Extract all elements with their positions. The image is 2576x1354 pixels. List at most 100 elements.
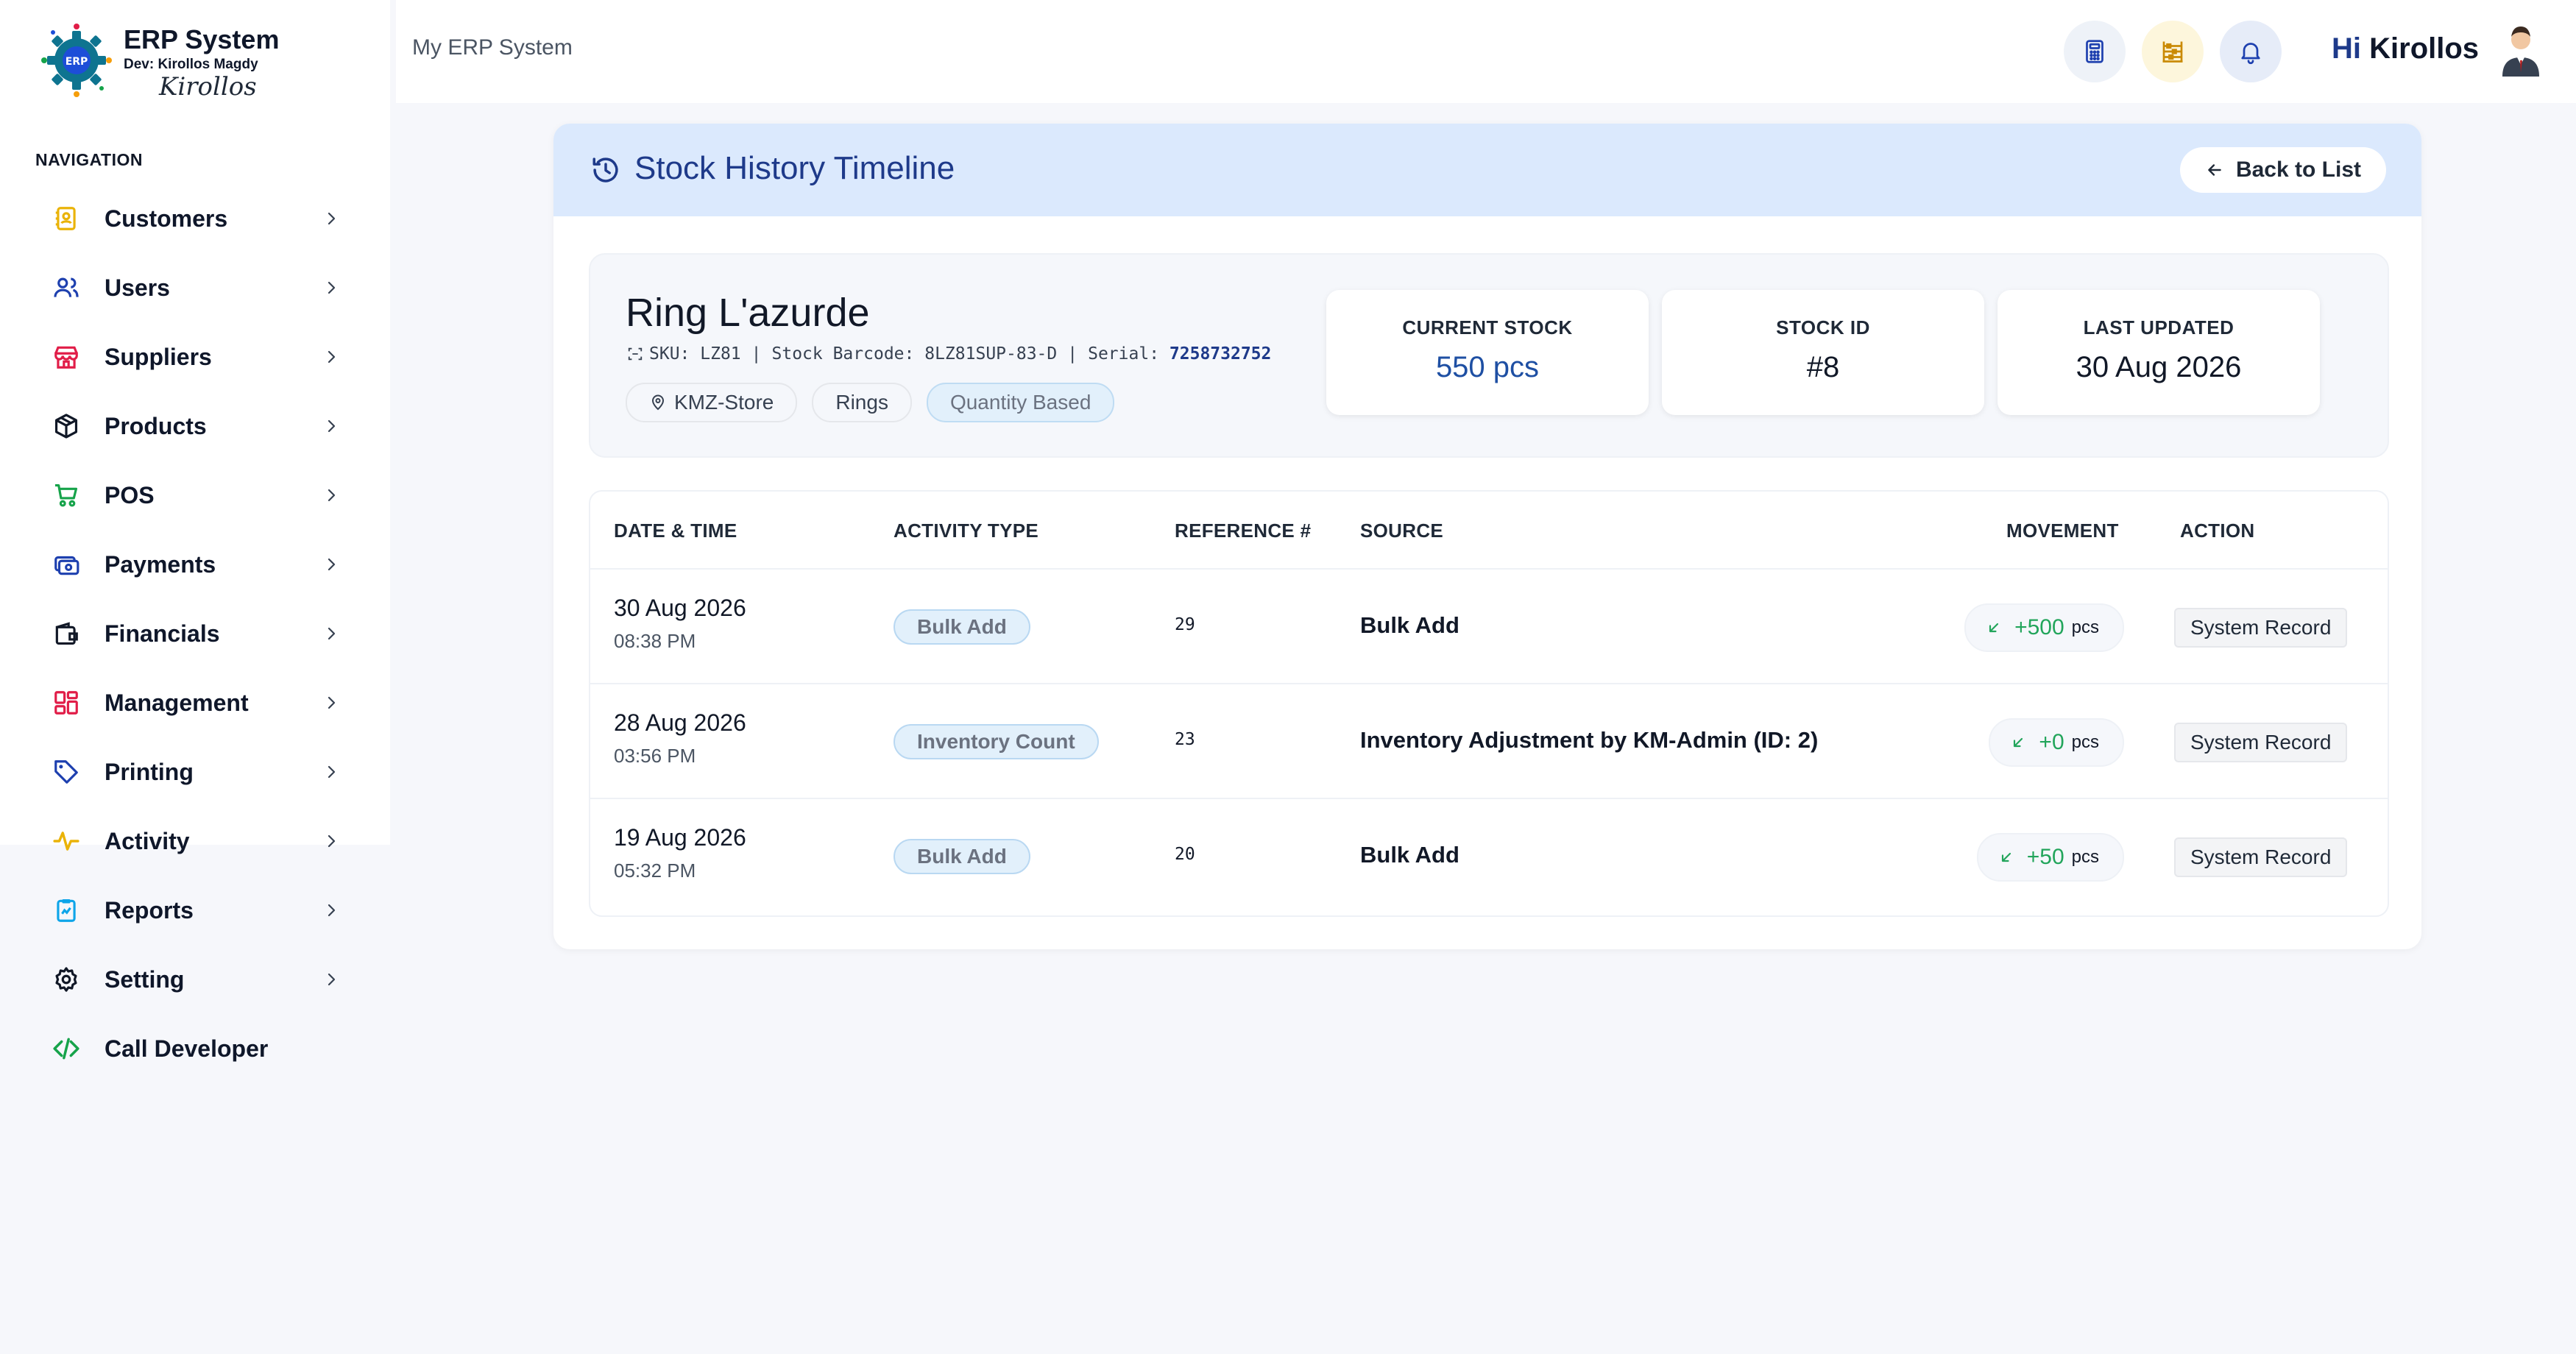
chevron-right-icon — [328, 212, 336, 225]
row-date: 28 Aug 2026 — [614, 709, 746, 736]
movement-unit: pcs — [2071, 732, 2099, 752]
sidebar-item-reports[interactable]: Reports — [0, 876, 390, 945]
serial-value: 7258732752 — [1169, 344, 1272, 364]
system-record-button[interactable]: System Record — [2174, 723, 2348, 762]
row-reference: 29 — [1175, 615, 1195, 634]
movement-unit: pcs — [2071, 847, 2099, 867]
system-record-button[interactable]: System Record — [2174, 608, 2348, 648]
chevron-right-icon — [328, 834, 336, 848]
tag-icon — [52, 757, 81, 787]
greeting-hi: Hi — [2332, 32, 2361, 65]
movement-value: +50 — [2026, 845, 2064, 869]
table-row[interactable]: 19 Aug 2026 05:32 PM Bulk Add 20 Bulk Ad… — [590, 799, 2388, 912]
user-greeting[interactable]: Hi Kirollos — [2332, 32, 2479, 65]
barcode-value: 8LZ81SUP-83-D — [924, 344, 1058, 364]
sidebar-item-users[interactable]: Users — [0, 253, 390, 322]
sidebar-item-activity[interactable]: Activity — [0, 807, 390, 876]
product-tags: KMZ-Store Rings Quantity Based — [626, 383, 1129, 422]
chevron-right-icon — [328, 627, 336, 640]
row-time: 03:56 PM — [614, 745, 696, 767]
code-icon — [52, 1034, 81, 1063]
nav-heading: NAVIGATION — [35, 150, 143, 169]
sidebar-item-label: Suppliers — [105, 343, 212, 370]
arrow-down-left-icon — [2014, 737, 2023, 748]
sidebar-item-suppliers[interactable]: Suppliers — [0, 322, 390, 391]
column-header-activity-type[interactable]: ACTIVITY TYPE — [894, 520, 1038, 542]
sidebar-item-financials[interactable]: Financials — [0, 599, 390, 668]
column-header-action[interactable]: ACTION — [2180, 520, 2254, 542]
brand[interactable]: ERP ERP System Dev: Kirollos Magdy Kirol… — [38, 22, 279, 100]
store-icon — [52, 342, 81, 372]
clipboard-icon — [52, 896, 81, 925]
movement-unit: pcs — [2071, 617, 2099, 637]
chevron-right-icon — [328, 973, 336, 986]
row-time: 05:32 PM — [614, 859, 696, 882]
sidebar-item-label: Financials — [105, 620, 220, 647]
category-tag: Rings — [812, 383, 912, 422]
sidebar-item-setting[interactable]: Setting — [0, 945, 390, 1014]
page-title: Stock History Timeline — [634, 150, 955, 186]
activity-type-badge: Bulk Add — [894, 609, 1030, 645]
activity-type-badge: Bulk Add — [894, 839, 1030, 874]
row-date: 19 Aug 2026 — [614, 824, 746, 851]
gear-icon — [52, 965, 81, 994]
cart-icon — [52, 481, 81, 510]
sidebar-item-printing[interactable]: Printing — [0, 737, 390, 807]
topbar: My ERP System Hi Kirollos — [396, 0, 2576, 103]
back-to-list-button[interactable]: Back to List — [2179, 147, 2386, 193]
stock-history-table: DATE & TIME ACTIVITY TYPE REFERENCE # SO… — [589, 490, 2389, 917]
row-source: Inventory Adjustment by KM-Admin (ID: 2) — [1360, 727, 1819, 753]
calculator-button[interactable] — [2064, 21, 2126, 82]
chevron-right-icon — [328, 904, 336, 917]
sidebar-item-label: POS — [105, 481, 155, 508]
calculator-icon — [2086, 40, 2103, 63]
breadcrumb[interactable]: My ERP System — [412, 35, 573, 60]
sidebar-item-call-developer[interactable]: Call Developer — [0, 1014, 390, 1083]
column-header-source[interactable]: SOURCE — [1360, 520, 1443, 542]
column-header-reference[interactable]: REFERENCE # — [1175, 520, 1311, 542]
chevron-right-icon — [328, 489, 336, 502]
sidebar-item-products[interactable]: Products — [0, 391, 390, 461]
dashboard-icon — [52, 688, 81, 717]
arrow-left-icon — [2208, 164, 2221, 176]
abacus-button[interactable] — [2142, 21, 2204, 82]
sidebar-item-label: Products — [105, 412, 207, 439]
chevron-right-icon — [328, 419, 336, 433]
arrow-down-left-icon — [1989, 623, 1999, 633]
table-row[interactable]: 30 Aug 2026 08:38 PM Bulk Add 29 Bulk Ad… — [590, 570, 2388, 683]
product-meta: SKU: LZ81 | Stock Barcode: 8LZ81SUP-83-D… — [627, 344, 1271, 364]
sidebar-item-label: Reports — [105, 896, 194, 924]
sidebar-item-label: Call Developer — [105, 1035, 269, 1062]
row-time: 08:38 PM — [614, 630, 696, 652]
sidebar-item-pos[interactable]: POS — [0, 461, 390, 530]
store-tag: KMZ-Store — [626, 383, 798, 422]
avatar[interactable] — [2499, 25, 2542, 77]
stat-label: LAST UPDATED — [2083, 316, 2234, 338]
stat-label: CURRENT STOCK — [1402, 316, 1573, 338]
system-record-button[interactable]: System Record — [2174, 837, 2348, 877]
sidebar: ERP ERP System Dev: Kirollos Magdy Kirol… — [0, 0, 390, 1062]
chevron-right-icon — [328, 558, 336, 571]
row-source: Bulk Add — [1360, 612, 1459, 638]
chevron-right-icon — [328, 765, 336, 779]
erp-gear-logo-icon: ERP — [41, 24, 112, 97]
notifications-button[interactable] — [2220, 21, 2282, 82]
payment-icon — [52, 550, 81, 579]
brand-dev: Dev: Kirollos Magdy — [124, 57, 258, 72]
stat-value: 30 Aug 2026 — [2076, 351, 2242, 383]
abacus-icon — [2162, 41, 2183, 63]
serial-label: Serial: — [1088, 344, 1160, 364]
stock-type-tag: Quantity Based — [926, 383, 1115, 422]
sidebar-item-customers[interactable]: Customers — [0, 184, 390, 253]
chevron-right-icon — [328, 350, 336, 364]
chevron-right-icon — [328, 281, 336, 294]
users-icon — [52, 273, 81, 302]
pulse-icon — [52, 826, 81, 856]
sidebar-item-payments[interactable]: Payments — [0, 530, 390, 599]
column-header-date[interactable]: DATE & TIME — [614, 520, 737, 542]
sidebar-item-management[interactable]: Management — [0, 668, 390, 737]
column-header-movement[interactable]: MOVEMENT — [2006, 520, 2119, 542]
table-row[interactable]: 28 Aug 2026 03:56 PM Inventory Count 23 … — [590, 684, 2388, 798]
card-header: Stock History Timeline Back to List — [553, 124, 2421, 216]
last-updated-stat: LAST UPDATED 30 Aug 2026 — [1998, 290, 2320, 415]
